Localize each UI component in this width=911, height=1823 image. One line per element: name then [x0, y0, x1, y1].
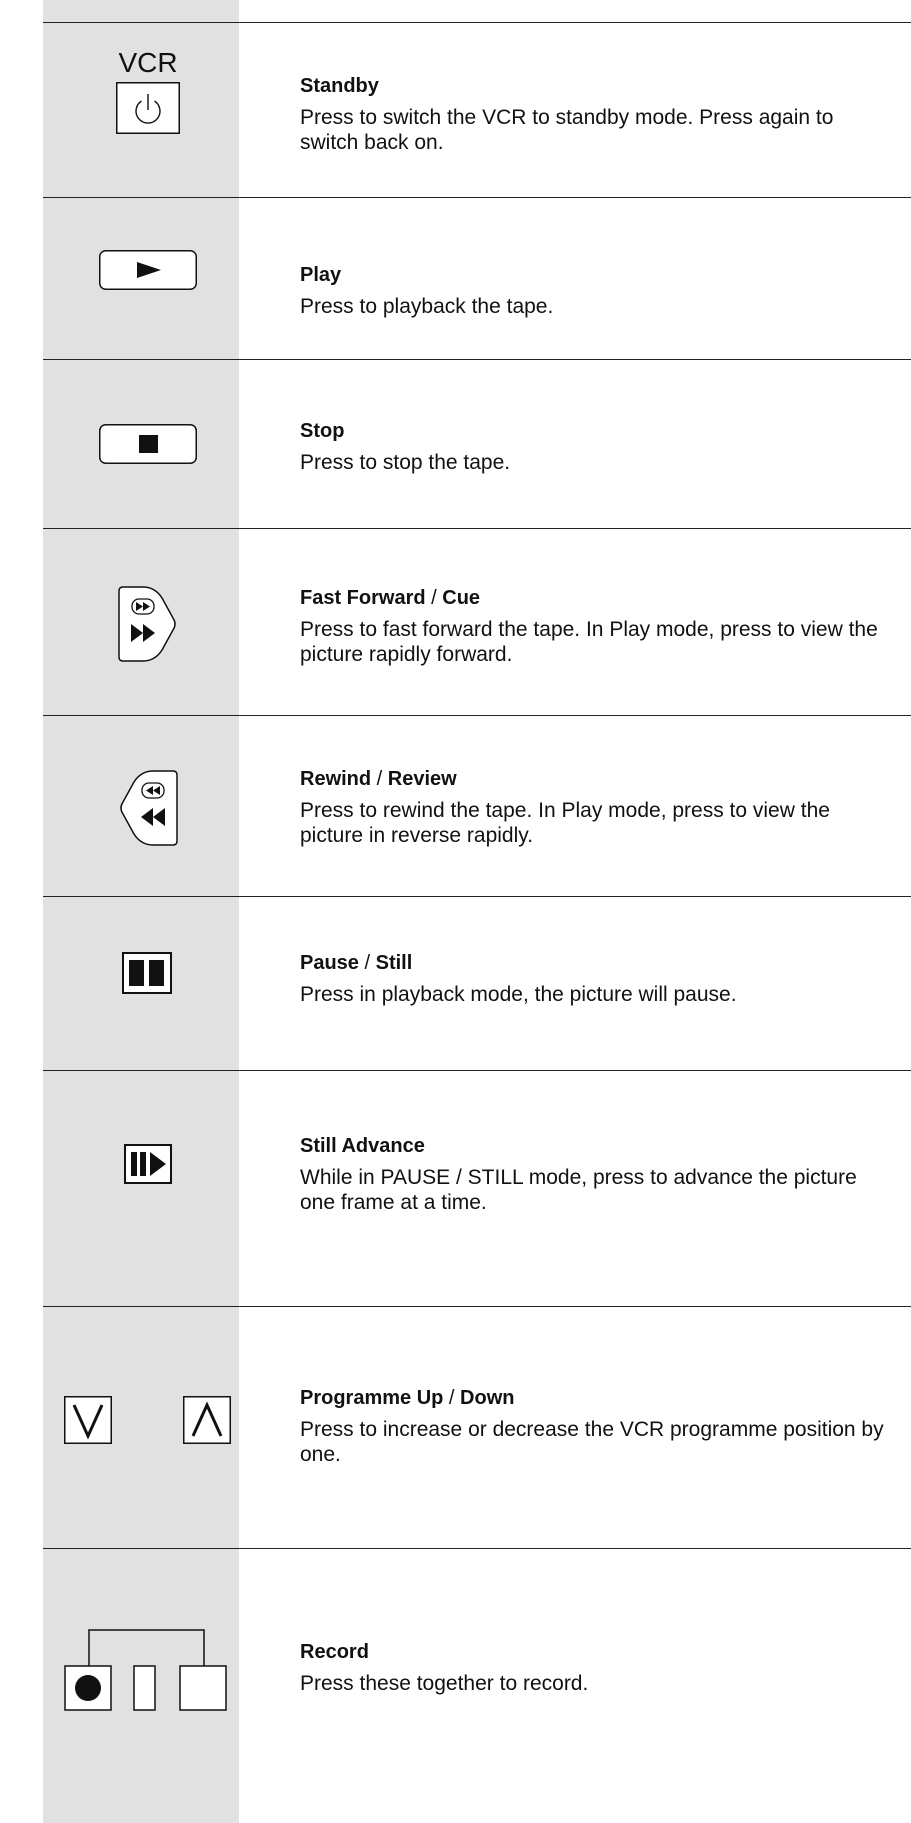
entry-title: Play: [300, 264, 342, 286]
entry-still-advance: Still Advance While in PAUSE / STILL mod…: [300, 1133, 890, 1215]
entry-pause: Pause / Still Press in playback mode, th…: [300, 950, 890, 1007]
entry-standby: Standby Press to switch the VCR to stand…: [300, 73, 890, 155]
record-icon: [64, 1629, 227, 1711]
programme-down-button[interactable]: [64, 1396, 112, 1444]
divider: [43, 1070, 911, 1071]
entry-title: Fast Forward / Cue: [300, 587, 481, 609]
entry-play: Play Press to playback the tape.: [300, 262, 890, 319]
entry-rewind: Rewind / Review Press to rewind the tape…: [300, 766, 890, 848]
programme-up-button[interactable]: [183, 1396, 231, 1444]
divider: [43, 715, 911, 716]
entry-title: Still Advance: [300, 1135, 425, 1157]
still-advance-icon: [124, 1144, 172, 1184]
entry-description: Press to rewind the tape. In Play mode, …: [300, 799, 830, 847]
entry-title: Pause / Still: [300, 952, 413, 974]
programme-down-icon: [64, 1396, 112, 1444]
divider: [43, 528, 911, 529]
rewind-icon: [120, 770, 178, 846]
stop-icon: [99, 424, 197, 464]
entry-programme: Programme Up / Down Press to increase or…: [300, 1385, 890, 1467]
programme-up-icon: [183, 1396, 231, 1444]
power-icon: [116, 82, 180, 134]
pause-button[interactable]: [122, 952, 172, 994]
entry-title: Rewind / Review: [300, 768, 457, 790]
entry-description: Press these together to record.: [300, 1672, 589, 1695]
entry-description: Press to playback the tape.: [300, 295, 554, 318]
standby-button[interactable]: [116, 82, 180, 134]
pause-icon: [122, 952, 172, 994]
entry-description: While in PAUSE / STILL mode, press to ad…: [300, 1166, 857, 1214]
play-button[interactable]: [99, 250, 197, 290]
divider: [43, 1548, 911, 1549]
divider: [43, 1306, 911, 1307]
play-icon: [99, 250, 197, 290]
vcr-label: VCR: [118, 47, 178, 78]
divider: [43, 359, 911, 360]
fast-forward-icon: [118, 586, 176, 662]
entry-title: Stop: [300, 420, 345, 442]
record-buttons[interactable]: [64, 1628, 232, 1712]
entry-title: Programme Up / Down: [300, 1387, 515, 1409]
rewind-button[interactable]: [117, 768, 179, 848]
entry-record: Record Press these together to record.: [300, 1639, 890, 1696]
fast-forward-button[interactable]: [117, 584, 179, 664]
entry-description: Press to fast forward the tape. In Play …: [300, 618, 878, 666]
entry-title: Record: [300, 1641, 369, 1663]
entry-description: Press to increase or decrease the VCR pr…: [300, 1418, 884, 1466]
entry-fast-forward: Fast Forward / Cue Press to fast forward…: [300, 585, 890, 667]
entry-title: Standby: [300, 75, 379, 97]
entry-description: Press to switch the VCR to standby mode.…: [300, 106, 834, 154]
divider: [43, 22, 911, 23]
divider: [43, 197, 911, 198]
entry-description: Press in playback mode, the picture will…: [300, 983, 737, 1006]
entry-stop: Stop Press to stop the tape.: [300, 418, 890, 475]
still-advance-button[interactable]: [124, 1144, 172, 1184]
stop-button[interactable]: [99, 424, 197, 464]
entry-description: Press to stop the tape.: [300, 451, 511, 474]
divider: [43, 896, 911, 897]
